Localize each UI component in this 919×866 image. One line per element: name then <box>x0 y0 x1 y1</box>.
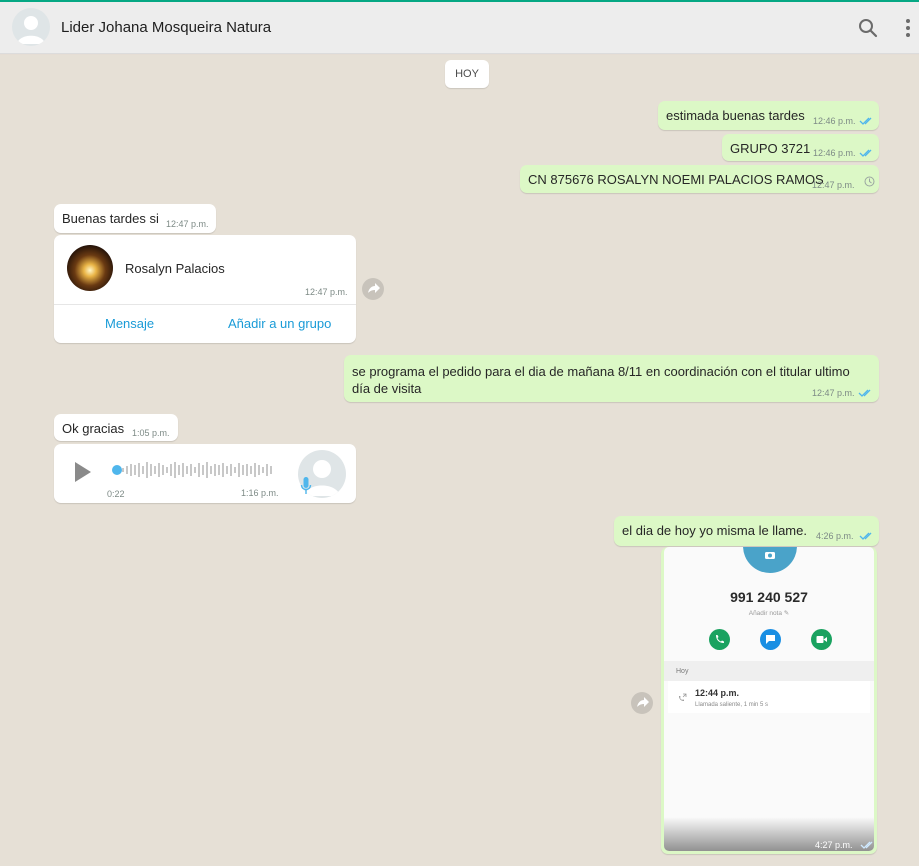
contact-message-button[interactable]: Mensaje <box>105 316 154 331</box>
more-vertical-icon[interactable] <box>902 16 914 40</box>
message-time: 12:47 p.m. <box>812 180 855 190</box>
clock-icon <box>864 176 875 187</box>
image-message[interactable]: 991 240 527 Añadir nota ✎ Hoy 12:44 p.m.… <box>661 547 877 854</box>
read-ticks-icon <box>858 389 871 397</box>
phone-number: 991 240 527 <box>730 589 808 605</box>
voice-duration: 0:22 <box>107 489 125 499</box>
call-screenshot-image[interactable]: 991 240 527 Añadir nota ✎ Hoy 12:44 p.m.… <box>664 547 874 851</box>
message-time: 12:47 p.m. <box>166 219 209 229</box>
play-icon[interactable] <box>73 461 93 483</box>
section-label: Hoy <box>676 668 689 675</box>
add-note-label: Añadir nota ✎ <box>748 610 790 617</box>
forward-icon[interactable] <box>631 692 653 714</box>
message-time: 12:47 p.m. <box>812 388 855 398</box>
video-icon <box>811 629 832 650</box>
message-bubble[interactable]: CN 875676 ROSALYN NOEMI PALACIOS RAMOS 1… <box>520 165 879 193</box>
waveform[interactable] <box>112 460 278 480</box>
playhead <box>112 465 122 475</box>
contact-card-name[interactable]: Rosalyn Palacios <box>125 261 225 276</box>
message-time: 12:47 p.m. <box>305 287 348 297</box>
message-text: CN 875676 ROSALYN NOEMI PALACIOS RAMOS <box>528 172 824 187</box>
contact-name[interactable]: Lider Johana Mosqueira Natura <box>61 19 271 36</box>
message-text: estimada buenas tardes <box>666 108 805 123</box>
message-time: 4:27 p.m. <box>815 840 853 850</box>
message-text: GRUPO 3721 <box>730 141 811 156</box>
message-bubble[interactable]: se programa el pedido para el dia de mañ… <box>344 355 879 402</box>
phone-icon <box>709 629 730 650</box>
chat-header: Lider Johana Mosqueira Natura <box>0 2 919 54</box>
message-time: 12:46 p.m. <box>813 116 856 126</box>
message-text-line1: se programa el pedido para el dia de mañ… <box>352 364 850 379</box>
read-ticks-icon <box>859 149 872 157</box>
message-bubble[interactable]: Buenas tardes si 12:47 p.m. <box>54 204 216 233</box>
chat-icon <box>760 629 781 650</box>
search-icon[interactable] <box>856 16 880 40</box>
message-time: 12:46 p.m. <box>813 148 856 158</box>
message-bubble[interactable]: GRUPO 3721 12:46 p.m. <box>722 134 879 161</box>
microphone-icon <box>300 477 312 494</box>
divider <box>54 304 356 305</box>
forward-icon[interactable] <box>362 278 384 300</box>
message-text: Buenas tardes si <box>62 211 159 226</box>
message-bubble[interactable]: el dia de hoy yo misma le llame. 4:26 p.… <box>614 516 879 546</box>
message-text: Ok gracias <box>62 421 125 436</box>
message-text: el dia de hoy yo misma le llame. <box>622 523 807 538</box>
contact-add-group-button[interactable]: Añadir a un grupo <box>228 316 331 331</box>
contact-avatar-icon <box>743 547 797 573</box>
read-ticks-icon <box>860 841 873 849</box>
section-band <box>664 661 874 681</box>
call-time: 12:44 p.m. <box>695 688 740 698</box>
message-time: 1:05 p.m. <box>132 428 170 438</box>
contact-photo <box>67 245 113 291</box>
voice-note[interactable]: 0:22 1:16 p.m. <box>54 444 356 503</box>
outgoing-call-icon <box>679 693 687 701</box>
message-bubble[interactable]: Ok gracias 1:05 p.m. <box>54 414 178 441</box>
message-text-line2: día de visita <box>352 381 422 396</box>
date-chip: HOY <box>445 60 489 88</box>
message-bubble[interactable]: estimada buenas tardes 12:46 p.m. <box>658 101 879 130</box>
message-time: 4:26 p.m. <box>816 531 854 541</box>
read-ticks-icon <box>859 117 872 125</box>
read-ticks-icon <box>859 532 872 540</box>
contact-card[interactable]: Rosalyn Palacios 12:47 p.m. Mensaje Añad… <box>54 235 356 343</box>
default-avatar-icon[interactable] <box>12 8 50 46</box>
message-time: 1:16 p.m. <box>241 488 279 498</box>
call-description: Llamada saliente, 1 min 5 s <box>695 702 769 708</box>
